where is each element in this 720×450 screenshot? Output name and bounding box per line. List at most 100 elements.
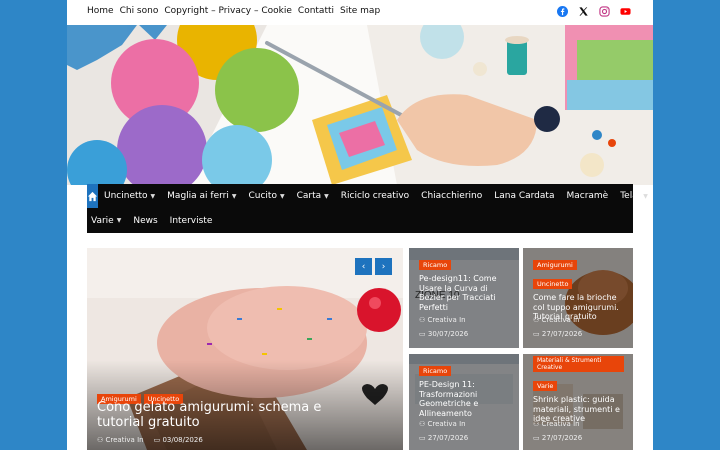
post-date: ▭ 27/07/2026 [533,330,582,338]
featured-date: ▭ 03/08/2026 [154,436,203,444]
instagram-icon[interactable] [599,6,610,17]
nav-label: Uncinetto [104,191,148,201]
post-date: ▭ 27/07/2026 [419,434,468,442]
author-name: Creativa In [541,316,580,324]
social-links [557,6,631,17]
calendar-icon: ▭ [419,330,426,338]
tag-uncinetto[interactable]: Uncinetto [533,279,573,289]
nav-item-news[interactable]: News [127,216,163,226]
nav-item-maglia-ai-ferri[interactable]: Maglia ai ferri ▼ [161,191,242,201]
post-body: Ricamo PE-Design 11: Trasformazioni Geom… [419,358,513,418]
user-icon: ⚇ [533,420,540,428]
nav-label: News [133,215,158,226]
post-date: ▭ 30/07/2026 [419,330,468,338]
header-banner-image [67,25,653,185]
nav-label: Chiacchierino [421,191,483,201]
calendar-icon: ▭ [153,436,161,444]
chevron-down-icon: ▼ [643,192,648,200]
featured-post-meta: ⚇ Creativa In ▭ 03/08/2026 [97,436,203,444]
post-author[interactable]: ⚇ Creativa In [533,316,580,324]
main-nav-row-2: Varie ▼ News Interviste [87,208,633,233]
author-name: Creativa In [105,436,144,444]
slider-next-button[interactable]: › [375,258,392,275]
chevron-down-icon: ▼ [231,192,237,200]
post-card[interactable]: Materiali & Strumenti Creative Varie Shr… [523,354,633,450]
nav-label: Varie [91,215,114,226]
nav-label: Lana Cardata [494,191,555,201]
post-author[interactable]: ⚇ Creativa In [419,316,466,324]
top-link-copyright[interactable]: Copyright – Privacy – Cookie [164,6,292,16]
youtube-icon[interactable] [620,6,631,17]
nav-item-lana-cardata[interactable]: Lana Cardata [488,191,560,201]
nav-item-varie[interactable]: Varie ▼ [87,216,127,226]
featured-post-card[interactable]: ‹ › Amigurumi Uncinetto Cono gelato amigu… [87,248,403,450]
top-link-chi-sono[interactable]: Chi sono [120,6,159,16]
user-icon: ⚇ [533,316,540,324]
author-name: Creativa In [427,316,466,324]
tag-varie[interactable]: Varie [533,381,558,391]
main-nav: Uncinetto ▼ Maglia ai ferri ▼ Cucito ▼ Cart… [87,184,648,208]
user-icon: ⚇ [97,436,104,444]
header-banner [67,25,653,185]
nav-item-carta[interactable]: Carta ▼ [291,191,335,201]
tag-ricamo[interactable]: Ricamo [419,260,452,270]
chevron-down-icon: ▼ [324,192,329,200]
nav-label: Cucito [248,191,277,201]
post-author[interactable]: ⚇ Creativa In [533,420,580,428]
nav-item-riciclo-creativo[interactable]: Riciclo creativo [335,191,415,201]
date-text: 27/07/2026 [541,434,583,442]
nav-item-interviste[interactable]: Interviste [164,216,219,226]
date-text: 03/08/2026 [162,436,203,444]
chevron-down-icon: ▼ [116,217,122,224]
facebook-icon[interactable] [557,6,568,17]
page: Home Chi sono Copyright – Privacy – Cook… [67,0,653,450]
date-text: 27/07/2026 [427,434,469,442]
author-name: Creativa In [427,420,466,428]
nav-item-uncinetto[interactable]: Uncinetto ▼ [98,191,161,201]
featured-posts: ‹ › Amigurumi Uncinetto Cono gelato amigu… [87,248,633,450]
tag-materiali-strumenti[interactable]: Materiali & Strumenti Creative [533,356,624,372]
nav-label: Interviste [169,215,213,226]
nav-label: Macramè [566,191,609,201]
tag-amigurumi[interactable]: Amigurumi [533,260,577,270]
featured-post-title[interactable]: Cono gelato amigurumi: schema e tutorial… [97,400,367,431]
nav-item-cucito[interactable]: Cucito ▼ [243,191,291,201]
nav-label: Telai [620,191,641,201]
calendar-icon: ▭ [419,434,426,442]
top-link-site-map[interactable]: Site map [340,6,380,16]
nav-item-chiacchierino[interactable]: Chiacchierino [415,191,488,201]
tag-ricamo[interactable]: Ricamo [419,366,452,376]
nav-label: Maglia ai ferri [167,191,229,201]
calendar-icon: ▭ [533,434,540,442]
user-icon: ⚇ [419,420,426,428]
x-icon[interactable] [578,6,589,17]
chevron-down-icon: ▼ [150,192,156,200]
featured-author[interactable]: ⚇ Creativa In [97,436,144,444]
post-author[interactable]: ⚇ Creativa In [419,420,466,428]
post-body: Ricamo Pe-design11: Come Usare la Curva … [419,252,513,312]
date-text: 30/07/2026 [427,330,469,338]
slider-prev-button[interactable]: ‹ [355,258,372,275]
calendar-icon: ▭ [533,330,540,338]
post-date: ▭ 27/07/2026 [533,434,582,442]
nav-item-macrame[interactable]: Macramè [560,191,614,201]
post-card[interactable]: Amigurumi Uncinetto Come fare la brioche… [523,248,633,348]
author-name: Creativa In [541,420,580,428]
top-link-home[interactable]: Home [87,6,114,16]
home-button[interactable] [87,184,98,208]
nav-label: Riciclo creativo [340,191,410,201]
top-links: Home Chi sono Copyright – Privacy – Cook… [87,6,380,16]
post-title[interactable]: Pe-design11: Come Usare la Curva di Bezi… [419,274,513,312]
nav-item-telai[interactable]: Telai ▼ [614,191,653,201]
home-icon [87,191,98,201]
date-text: 27/07/2026 [541,330,583,338]
post-card[interactable]: Ricamo PE-Design 11: Trasformazioni Geom… [409,354,519,450]
post-card[interactable]: ZIONE 10 Ricamo Pe-design11: Come Usare … [409,248,519,348]
chevron-down-icon: ▼ [279,192,285,200]
post-body: Materiali & Strumenti Creative Varie Shr… [533,354,627,424]
post-body: Amigurumi Uncinetto Come fare la brioche… [533,252,627,322]
top-link-contatti[interactable]: Contatti [298,6,334,16]
nav-label: Carta [296,191,322,201]
top-bar: Home Chi sono Copyright – Privacy – Cook… [67,0,653,25]
post-title[interactable]: PE-Design 11: Trasformazioni Geometriche… [419,380,513,418]
